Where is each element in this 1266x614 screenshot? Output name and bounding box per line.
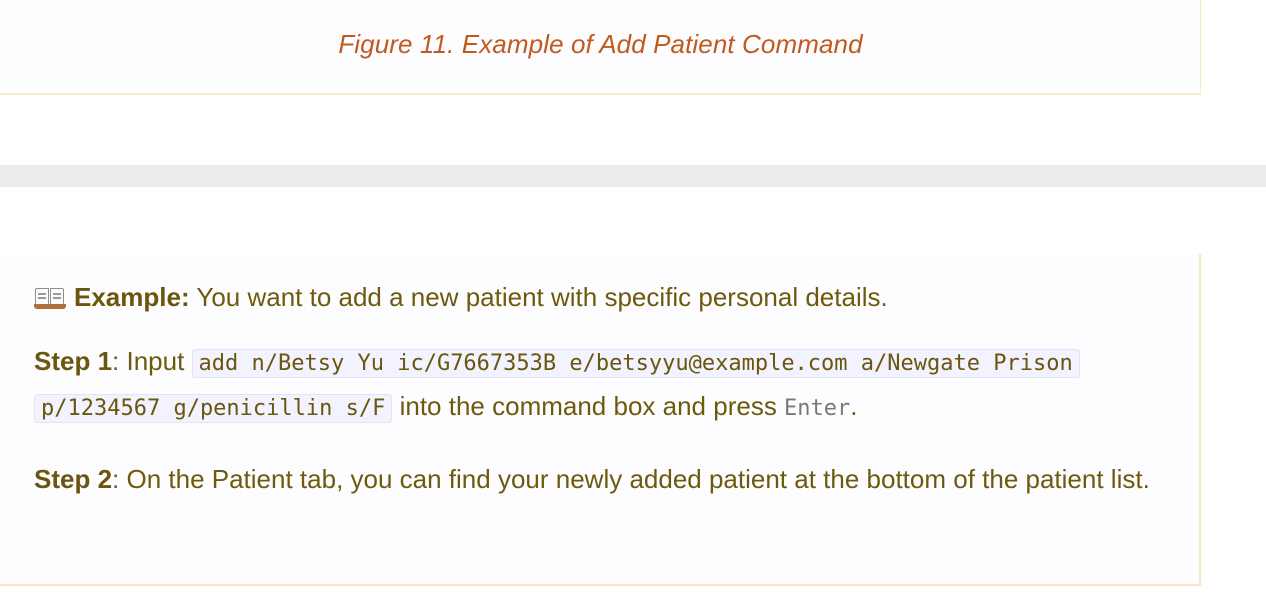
step-1-end-text: . bbox=[850, 391, 858, 421]
step-1-label: Step 1 bbox=[34, 346, 113, 376]
example-intro: Example: You want to add a new patient w… bbox=[34, 276, 1174, 318]
example-content: Example: You want to add a new patient w… bbox=[34, 276, 1174, 528]
example-intro-text: You want to add a new patient with speci… bbox=[189, 282, 888, 312]
step-1: Step 1: Input add n/Betsy Yu ic/G7667353… bbox=[34, 340, 1174, 430]
step-2: Step 2: On the Patient tab, you can find… bbox=[34, 458, 1174, 500]
example-box: Example: You want to add a new patient w… bbox=[0, 254, 1201, 586]
step-1-after-text: into the command box and press bbox=[392, 391, 785, 421]
enter-key-text: Enter bbox=[784, 396, 851, 421]
section-divider-band bbox=[0, 165, 1266, 187]
step-2-label: Step 2 bbox=[34, 464, 113, 494]
figure-caption: Figure 11. Example of Add Patient Comman… bbox=[338, 29, 863, 59]
open-book-icon bbox=[34, 286, 66, 310]
page: Figure 11. Example of Add Patient Comman… bbox=[0, 0, 1266, 614]
step-1-before-text: : Input bbox=[112, 346, 192, 376]
step-2-text: : On the Patient tab, you can find your … bbox=[112, 464, 1150, 494]
figure-caption-box: Figure 11. Example of Add Patient Comman… bbox=[0, 0, 1201, 95]
example-label: Example: bbox=[74, 282, 190, 312]
